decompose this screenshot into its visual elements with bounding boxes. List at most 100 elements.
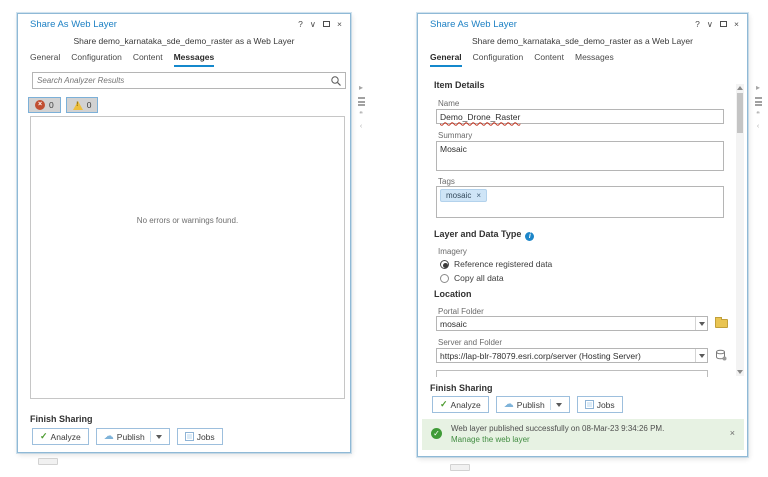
cropped-background-element bbox=[38, 458, 58, 465]
collapse-pane-icon[interactable]: ∨ bbox=[310, 19, 316, 29]
small-mark-icon: ‹ bbox=[757, 123, 759, 130]
window-controls: ? ∨ × bbox=[298, 19, 342, 29]
message-filter-row: × 0 0 bbox=[28, 97, 98, 113]
help-icon[interactable]: ? bbox=[695, 19, 700, 29]
radio-copy-all-data[interactable]: Copy all data bbox=[440, 273, 504, 283]
jobs-button[interactable]: Jobs bbox=[177, 428, 223, 445]
chevron-down-icon bbox=[699, 354, 705, 358]
search-icon bbox=[330, 75, 342, 87]
float-window-icon[interactable] bbox=[720, 21, 727, 27]
scroll-up-icon[interactable] bbox=[737, 86, 743, 90]
error-icon: × bbox=[35, 100, 45, 110]
analyze-button[interactable]: ✓ Analyze bbox=[32, 428, 89, 445]
jobs-button[interactable]: Jobs bbox=[577, 396, 623, 413]
tab-general[interactable]: General bbox=[30, 52, 60, 67]
tab-content[interactable]: Content bbox=[534, 52, 564, 67]
item-details-heading: Item Details bbox=[434, 80, 485, 90]
tab-configuration[interactable]: Configuration bbox=[71, 52, 122, 67]
name-value: Demo_Drone_Raster bbox=[440, 112, 520, 122]
list-lines-icon bbox=[755, 97, 762, 106]
name-label: Name bbox=[438, 99, 459, 108]
finish-sharing-buttons: ✓ Analyze ☁ Publish Jobs bbox=[32, 428, 223, 445]
tag-remove-icon[interactable]: × bbox=[476, 191, 481, 200]
float-window-icon[interactable] bbox=[323, 21, 330, 27]
analyze-check-icon: ✓ bbox=[40, 431, 48, 442]
tag-label: mosaic bbox=[446, 191, 471, 200]
warning-count: 0 bbox=[87, 100, 92, 110]
radio-button-unchecked-icon[interactable] bbox=[440, 274, 449, 283]
portal-folder-combobox[interactable]: mosaic bbox=[436, 316, 708, 331]
portal-folder-dropdown[interactable] bbox=[695, 317, 707, 330]
finish-sharing-heading: Finish Sharing bbox=[430, 383, 493, 393]
success-check-icon: ✓ bbox=[431, 428, 442, 439]
search-input[interactable] bbox=[33, 76, 330, 85]
error-count: 0 bbox=[49, 100, 54, 110]
tags-label: Tags bbox=[438, 177, 455, 186]
cropped-background-element bbox=[450, 464, 470, 471]
server-and-folder-value: https://lap-blr-78079.esri.corp/server (… bbox=[437, 351, 695, 361]
scrollbar-thumb[interactable] bbox=[737, 93, 743, 133]
radio-button-checked-icon[interactable] bbox=[440, 260, 449, 269]
browse-folder-icon[interactable] bbox=[715, 319, 728, 328]
name-field[interactable]: Demo_Drone_Raster bbox=[436, 109, 724, 124]
pane-subtitle: Share demo_karnataka_sde_demo_raster as … bbox=[418, 36, 747, 46]
close-icon[interactable]: × bbox=[734, 19, 739, 29]
partially-visible-field bbox=[436, 370, 708, 377]
tab-messages[interactable]: Messages bbox=[575, 52, 614, 67]
pane-title: Share As Web Layer bbox=[30, 19, 117, 30]
tab-messages[interactable]: Messages bbox=[174, 52, 215, 67]
server-and-folder-label: Server and Folder bbox=[438, 338, 502, 347]
help-icon[interactable]: ? bbox=[298, 19, 303, 29]
scroll-down-icon[interactable] bbox=[737, 370, 743, 374]
info-icon[interactable]: i bbox=[525, 232, 534, 241]
errors-filter-button[interactable]: × 0 bbox=[28, 97, 61, 113]
tab-content[interactable]: Content bbox=[133, 52, 163, 67]
background-pane-tabs-left: ▸ ❝ ‹ bbox=[355, 84, 367, 130]
summary-field[interactable]: Mosaic bbox=[436, 141, 724, 171]
window-controls: ? ∨ × bbox=[695, 19, 739, 29]
jobs-icon bbox=[185, 432, 194, 441]
summary-value: Mosaic bbox=[440, 144, 467, 154]
publish-dropdown-icon[interactable] bbox=[156, 435, 162, 439]
close-icon[interactable]: × bbox=[337, 19, 342, 29]
tag-chip[interactable]: mosaic × bbox=[440, 189, 487, 202]
tab-general[interactable]: General bbox=[430, 52, 462, 67]
publish-button[interactable]: ☁ Publish bbox=[496, 396, 570, 413]
warnings-filter-button[interactable]: 0 bbox=[66, 97, 99, 113]
analyze-check-icon: ✓ bbox=[440, 399, 448, 410]
analyze-button[interactable]: ✓ Analyze bbox=[432, 396, 489, 413]
location-heading: Location bbox=[434, 289, 472, 299]
share-as-web-layer-pane-messages: Share As Web Layer ? ∨ × Share demo_karn… bbox=[17, 13, 351, 453]
pane-subtitle: Share demo_karnataka_sde_demo_raster as … bbox=[18, 36, 350, 46]
finish-sharing-buttons: ✓ Analyze ☁ Publish Jobs bbox=[432, 396, 623, 413]
server-dropdown[interactable] bbox=[695, 349, 707, 362]
tags-field[interactable]: mosaic × bbox=[436, 186, 724, 218]
list-lines-icon bbox=[358, 97, 365, 106]
small-mark-icon: ‹ bbox=[360, 123, 362, 130]
analyzer-search-box[interactable] bbox=[32, 72, 346, 89]
chevron-right-icon: ▸ bbox=[359, 84, 363, 92]
radio-reference-registered-data[interactable]: Reference registered data bbox=[440, 259, 552, 269]
portal-folder-value: mosaic bbox=[437, 319, 695, 329]
publish-button[interactable]: ☁ Publish bbox=[96, 428, 170, 445]
tab-configuration[interactable]: Configuration bbox=[473, 52, 524, 67]
layer-and-data-type-heading: Layer and Data Typei bbox=[434, 229, 534, 241]
quote-mark-icon: ❝ bbox=[359, 111, 363, 118]
imagery-group-label: Imagery bbox=[438, 247, 467, 256]
server-database-icon[interactable] bbox=[715, 349, 727, 361]
background-pane-tabs-right: ▸ ❝ ‹ bbox=[752, 84, 764, 130]
button-divider bbox=[550, 399, 551, 410]
publish-cloud-icon: ☁ bbox=[104, 432, 114, 442]
server-and-folder-combobox[interactable]: https://lap-blr-78079.esri.corp/server (… bbox=[436, 348, 708, 363]
finish-sharing-heading: Finish Sharing bbox=[30, 414, 93, 424]
share-as-web-layer-pane-general: Share As Web Layer ? ∨ × Share demo_karn… bbox=[417, 13, 748, 457]
collapse-pane-icon[interactable]: ∨ bbox=[707, 19, 713, 29]
analyzer-results-list[interactable]: No errors or warnings found. bbox=[30, 116, 345, 399]
dismiss-message-icon[interactable]: × bbox=[730, 428, 735, 438]
empty-results-message: No errors or warnings found. bbox=[31, 216, 344, 225]
tab-bar: General Configuration Content Messages bbox=[30, 52, 214, 67]
publish-dropdown-icon[interactable] bbox=[556, 403, 562, 407]
manage-web-layer-link[interactable]: Manage the web layer bbox=[451, 435, 530, 444]
vertical-scrollbar[interactable] bbox=[736, 84, 744, 376]
button-divider bbox=[150, 431, 151, 442]
